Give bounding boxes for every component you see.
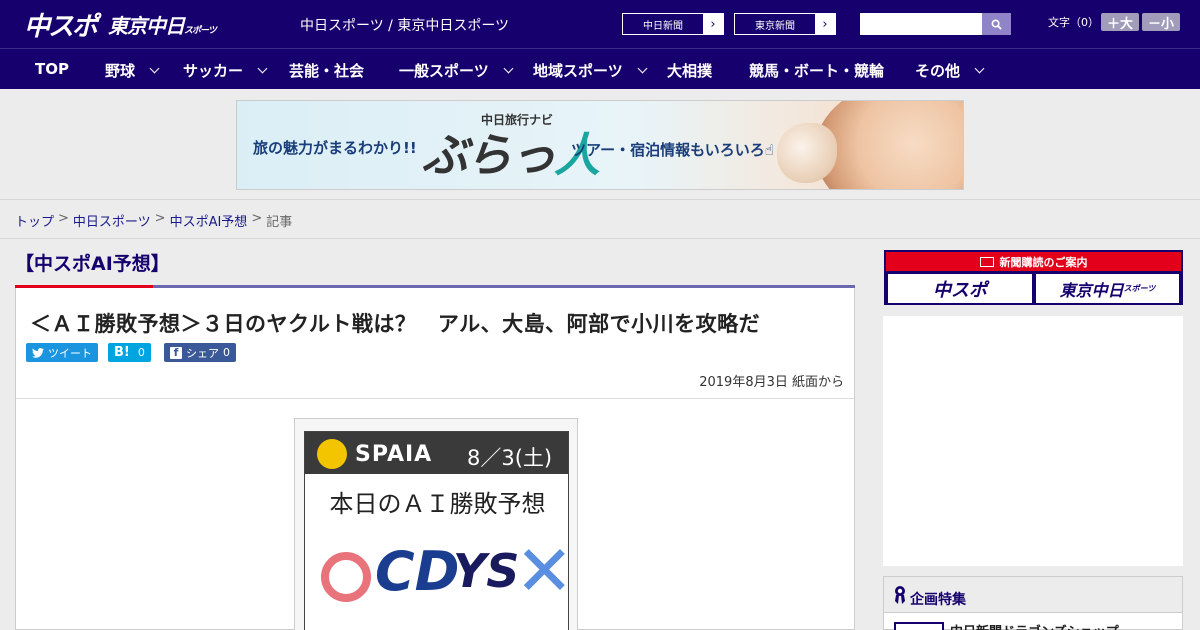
nav-entertainment[interactable]: 芸能・社会: [289, 60, 364, 81]
graphic-brand: SPAIA: [355, 442, 433, 467]
section-title: 【中スポAI予想】: [15, 253, 170, 275]
hatena-bookmark-button[interactable]: B! 0: [108, 343, 151, 362]
twitter-icon: [32, 347, 44, 358]
nav-local-sports[interactable]: 地域スポーツ: [533, 60, 648, 81]
nav-general-sports[interactable]: 一般スポーツ: [399, 60, 514, 81]
nav-baseball[interactable]: 野球: [105, 60, 160, 81]
subscription-label: 新聞購読のご案内: [999, 255, 1088, 269]
graphic-title: 本日のＡＩ勝敗予想: [329, 490, 546, 518]
hatena-icon: B!: [114, 345, 130, 360]
main-content: 【中スポAI予想】 ＜ＡＩ勝敗予想＞３日のヤクルト戦は？ アル、大島、阿部で小川…: [15, 239, 855, 630]
article-image[interactable]: SPAIA 8／3(土) 本日のＡＩ勝敗予想 CD YS ✕: [294, 418, 578, 630]
award-badge-icon: [895, 586, 905, 604]
breadcrumb-sep: >: [58, 211, 69, 226]
dragons-logo: CD: [375, 540, 460, 603]
text-size-label: 文字（0）: [1048, 16, 1099, 29]
sidebar-ad[interactable]: [883, 316, 1183, 566]
breadcrumb-current: 記事: [266, 215, 293, 230]
chevron-down-icon: [503, 63, 514, 74]
chevron-down-icon: [149, 63, 160, 74]
breadcrumb-sep: >: [251, 211, 263, 226]
win-circle-icon: [321, 552, 371, 602]
banner-left-text: 旅の魅力がまるわかり!!: [253, 139, 417, 157]
facebook-share-button[interactable]: f シェア 0: [164, 343, 236, 362]
newspaper-icon: [979, 256, 994, 267]
nav-label: 芸能・社会: [289, 62, 365, 80]
nav-other[interactable]: その他: [915, 60, 985, 81]
nav-label: 大相撲: [667, 62, 713, 80]
article: ＜ＡＩ勝敗予想＞３日のヤクルト戦は？ アル、大島、阿部で小川を攻略だ ツイート …: [15, 288, 855, 630]
nav-label: サッカー: [183, 62, 244, 80]
nav-top[interactable]: TOP: [35, 60, 69, 78]
graphic-date: 8／3(土): [467, 446, 553, 470]
search-form: [860, 13, 1011, 35]
breadcrumb-chunichi-sports[interactable]: 中日スポーツ: [73, 211, 151, 230]
chunichi-shinbun-label: 中日新聞: [643, 20, 683, 32]
swallows-logo: YS: [453, 544, 520, 598]
tweet-button[interactable]: ツイート: [26, 343, 98, 362]
logo-chuspo: 中スポ: [24, 11, 98, 42]
tokyo-chunichi-subscribe-link[interactable]: 東京中日 スポーツ: [1036, 274, 1179, 303]
nav-label: 地域スポーツ: [533, 62, 623, 80]
subscription-box[interactable]: 新聞購読のご案内 中スポ 東京中日 スポーツ: [884, 250, 1183, 305]
banner-area: 旅の魅力がまるわかり!! ぶらっ人 中日旅行ナビ ツアー・宿泊情報もいろいろ☝: [0, 89, 1200, 200]
article-dateline: 2019年8月3日 紙面から: [699, 375, 844, 390]
shell-photo: [777, 123, 837, 183]
breadcrumb-sep: >: [154, 211, 166, 226]
facebook-label: シェア: [186, 346, 219, 360]
subscription-header: 新聞購読のご案内: [886, 252, 1181, 271]
chevron-right-icon: ›: [815, 14, 835, 34]
nav-label: 一般スポーツ: [399, 62, 489, 80]
search-icon: [991, 19, 1002, 30]
feature-header: 企画特集: [884, 577, 1182, 613]
nav-label: 競馬・ボート・競輪: [749, 62, 885, 80]
hatena-count: 0: [137, 346, 145, 359]
nav-label: その他: [915, 62, 961, 80]
chuspo-subscribe-link[interactable]: 中スポ: [888, 274, 1032, 303]
breadcrumb-ai-prediction[interactable]: 中スポAI予想: [170, 211, 248, 230]
prediction-graphic: SPAIA 8／3(土) 本日のＡＩ勝敗予想 CD YS ✕: [304, 431, 569, 630]
travel-ad-banner[interactable]: 旅の魅力がまるわかり!! ぶらっ人 中日旅行ナビ ツアー・宿泊情報もいろいろ☝: [236, 100, 964, 190]
nav-label: TOP: [35, 60, 69, 78]
facebook-icon: f: [170, 346, 182, 359]
nav-soccer[interactable]: サッカー: [183, 60, 268, 81]
spaia-logo-icon: [317, 439, 347, 469]
tokyo-shinbun-label: 東京新聞: [755, 20, 795, 32]
nav-label: 野球: [105, 62, 136, 80]
chevron-down-icon: [257, 63, 268, 74]
breadcrumb: トップ > 中日スポーツ > 中スポAI予想 > 記事: [0, 200, 1200, 239]
breadcrumb-top[interactable]: トップ: [15, 211, 54, 230]
article-divider: [16, 398, 854, 399]
text-size-down-button[interactable]: －小: [1142, 13, 1180, 32]
nav-racing[interactable]: 競馬・ボート・競輪: [749, 60, 884, 81]
header: 中スポ 東京中日スポーツ 中日スポーツ / 東京中日スポーツ 中日新聞 › 東京…: [0, 0, 1200, 48]
article-headline: ＜ＡＩ勝敗予想＞３日のヤクルト戦は？ アル、大島、阿部で小川を攻略だ: [30, 312, 761, 336]
banner-subtitle: 中日旅行ナビ: [481, 113, 554, 127]
dragons-shop-thumb[interactable]: [894, 622, 944, 630]
site-links[interactable]: 中日スポーツ / 東京中日スポーツ: [300, 15, 509, 35]
tweet-label: ツイート: [48, 346, 92, 360]
chevron-right-icon: ›: [703, 14, 723, 34]
text-size-up-button[interactable]: ＋大: [1101, 13, 1139, 32]
feature-title: 企画特集: [910, 592, 966, 608]
dragons-shop-link[interactable]: 中日新聞ドラゴンズショップ: [950, 621, 1119, 630]
search-button[interactable]: [982, 13, 1011, 35]
site-logo[interactable]: 中スポ 東京中日スポーツ: [24, 8, 217, 42]
feature-box: 企画特集 中日新聞ドラゴンズショップ: [883, 576, 1183, 630]
chevron-down-icon: [974, 63, 985, 74]
model-photo: [815, 101, 963, 189]
chevron-down-icon: [637, 63, 648, 74]
chunichi-shinbun-button[interactable]: 中日新聞 ›: [622, 13, 724, 35]
lose-cross-icon: ✕: [515, 530, 569, 612]
banner-right-text: ツアー・宿泊情報もいろいろ☝: [571, 141, 774, 159]
graphic-header: SPAIA 8／3(土): [305, 432, 568, 474]
facebook-count: 0: [223, 346, 230, 359]
nav-sumo[interactable]: 大相撲: [667, 60, 712, 81]
main-nav: TOP 野球 サッカー 芸能・社会 一般スポーツ 地域スポーツ 大相撲 競馬・ボ…: [0, 48, 1200, 89]
tokyo-shinbun-button[interactable]: 東京新聞 ›: [734, 13, 836, 35]
search-input[interactable]: [860, 13, 982, 35]
logo-tokyo-chunichi: 東京中日スポーツ: [108, 13, 217, 38]
